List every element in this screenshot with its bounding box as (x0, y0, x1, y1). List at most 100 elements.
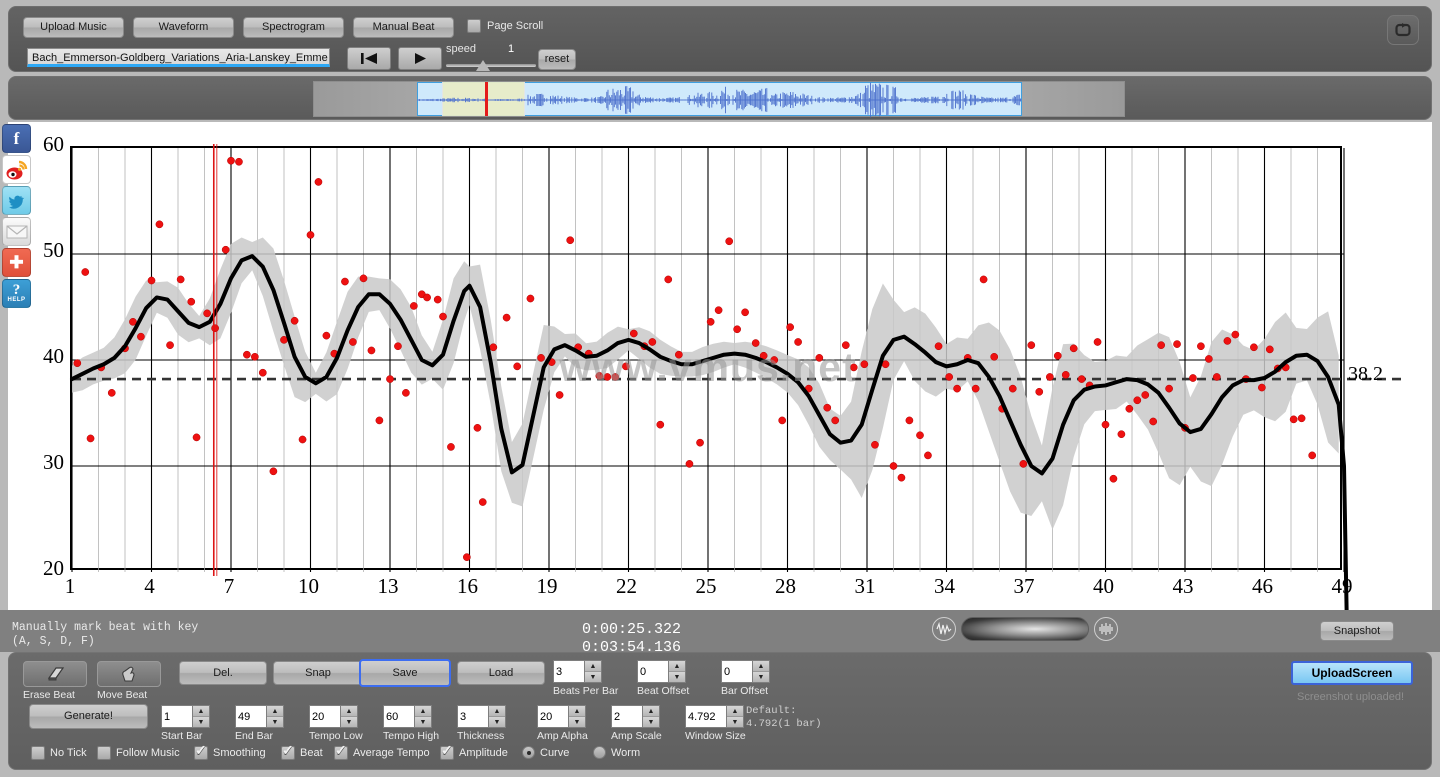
window-size-stepper[interactable]: ▲ ▼ (727, 705, 744, 728)
snap-button[interactable]: Snap (273, 661, 363, 685)
beat-offset-stepper[interactable]: ▲ ▼ (669, 660, 686, 683)
song-name-field[interactable]: Bach_Emmerson-Goldberg_Variations_Aria-L… (27, 48, 330, 67)
beat-offset-spinner[interactable]: ▲▼ (637, 660, 686, 683)
bar-offset-increment[interactable]: ▲ (753, 661, 769, 672)
worm-option[interactable]: Worm (593, 746, 640, 759)
email-icon[interactable] (2, 217, 31, 246)
follow-music-option[interactable]: Follow Music (97, 746, 180, 760)
page-scroll-control[interactable]: Page Scroll (467, 19, 543, 33)
skip-to-start-button[interactable] (347, 47, 391, 70)
no-tick-checkbox[interactable] (31, 746, 45, 760)
thickness-stepper[interactable]: ▲ ▼ (489, 705, 506, 728)
beats-per-bar-increment[interactable]: ▲ (585, 661, 601, 672)
thickness-decrement[interactable]: ▼ (489, 717, 505, 727)
speed-slider-thumb[interactable] (476, 60, 490, 71)
curve-option[interactable]: Curve (522, 746, 569, 759)
facebook-icon[interactable]: f (2, 124, 31, 153)
start-bar-increment[interactable]: ▲ (193, 706, 209, 717)
waveform-overview-bar[interactable] (8, 76, 1432, 120)
beats-per-bar-stepper[interactable]: ▲ ▼ (585, 660, 602, 683)
amp-scale-increment[interactable]: ▲ (643, 706, 659, 717)
tempo-low-spinner[interactable]: ▲▼ (309, 705, 358, 728)
thickness-increment[interactable]: ▲ (489, 706, 505, 717)
amp-alpha-decrement[interactable]: ▼ (569, 717, 585, 727)
spectrogram-button[interactable]: Spectrogram (243, 17, 344, 38)
smoothing-checkbox[interactable] (194, 743, 208, 760)
thickness-input[interactable] (457, 705, 489, 728)
tempo-low-stepper[interactable]: ▲ ▼ (341, 705, 358, 728)
volume-slider-group[interactable] (932, 615, 1118, 643)
move-beat-button[interactable] (97, 661, 161, 687)
window-size-spinner[interactable]: ▲▼ (685, 705, 744, 728)
upload-music-button[interactable]: Upload Music (23, 17, 124, 38)
beats-per-bar-input[interactable] (553, 660, 585, 683)
bar-offset-spinner[interactable]: ▲▼ (721, 660, 770, 683)
waveform-playhead[interactable] (485, 82, 488, 116)
average-tempo-checkbox[interactable] (334, 743, 348, 760)
bar-offset-input[interactable] (721, 660, 753, 683)
beats-per-bar-decrement[interactable]: ▼ (585, 672, 601, 682)
tempo-high-spinner[interactable]: ▲▼ (383, 705, 432, 728)
page-scroll-checkbox[interactable] (467, 19, 481, 33)
save-button[interactable]: Save (359, 659, 451, 687)
tempo-low-input[interactable] (309, 705, 341, 728)
bar-offset-stepper[interactable]: ▲ ▼ (753, 660, 770, 683)
waveform-button[interactable]: Waveform (133, 17, 234, 38)
speed-slider-track[interactable] (446, 64, 536, 67)
start-bar-input[interactable] (161, 705, 193, 728)
load-button[interactable]: Load (457, 661, 545, 685)
tempo-low-decrement[interactable]: ▼ (341, 717, 357, 727)
play-button[interactable] (398, 47, 442, 70)
start-bar-stepper[interactable]: ▲ ▼ (193, 705, 210, 728)
tempo-high-decrement[interactable]: ▼ (415, 717, 431, 727)
snapshot-button[interactable]: Snapshot (1320, 621, 1394, 641)
amp-alpha-increment[interactable]: ▲ (569, 706, 585, 717)
amp-alpha-spinner[interactable]: ▲▼ (537, 705, 586, 728)
end-bar-input[interactable] (235, 705, 267, 728)
tempo-low-increment[interactable]: ▲ (341, 706, 357, 717)
window-size-input[interactable] (685, 705, 727, 728)
start-bar-decrement[interactable]: ▼ (193, 717, 209, 727)
window-size-decrement[interactable]: ▼ (727, 717, 743, 727)
generate-button[interactable]: Generate! (29, 704, 148, 729)
beat-offset-increment[interactable]: ▲ (669, 661, 685, 672)
tempo-high-input[interactable] (383, 705, 415, 728)
no-tick-option[interactable]: No Tick (31, 746, 87, 760)
amp-scale-decrement[interactable]: ▼ (643, 717, 659, 727)
amplitude-option[interactable]: Amplitude (440, 743, 508, 760)
weibo-icon[interactable] (2, 155, 31, 184)
waveform-overview-track[interactable] (313, 81, 1125, 118)
tempo-high-increment[interactable]: ▲ (415, 706, 431, 717)
smoothing-option[interactable]: Smoothing (194, 743, 266, 760)
window-size-increment[interactable]: ▲ (727, 706, 743, 717)
erase-beat-button[interactable] (23, 661, 87, 687)
share-plus-icon[interactable]: ✚ (2, 248, 31, 277)
amplitude-checkbox[interactable] (440, 743, 454, 760)
follow-music-checkbox[interactable] (97, 746, 111, 760)
delete-button[interactable]: Del. (179, 661, 267, 685)
worm-radio[interactable] (593, 746, 606, 759)
tempo-high-stepper[interactable]: ▲ ▼ (415, 705, 432, 728)
beat-checkbox[interactable] (281, 743, 295, 760)
beat-offset-decrement[interactable]: ▼ (669, 672, 685, 682)
upload-screen-button[interactable]: UploadScreen (1291, 661, 1413, 685)
end-bar-increment[interactable]: ▲ (267, 706, 283, 717)
beat-offset-input[interactable] (637, 660, 669, 683)
end-bar-spinner[interactable]: ▲▼ (235, 705, 284, 728)
manual-beat-button[interactable]: Manual Beat (353, 17, 454, 38)
beat-option[interactable]: Beat (281, 743, 323, 760)
loop-button[interactable] (1387, 15, 1419, 45)
twitter-icon[interactable] (2, 186, 31, 215)
end-bar-decrement[interactable]: ▼ (267, 717, 283, 727)
help-icon[interactable]: ? HELP (2, 279, 31, 308)
amp-scale-input[interactable] (611, 705, 643, 728)
reset-speed-button[interactable]: reset (538, 49, 576, 70)
start-bar-spinner[interactable]: ▲▼ (161, 705, 210, 728)
curve-radio[interactable] (522, 746, 535, 759)
average-tempo-option[interactable]: Average Tempo (334, 743, 430, 760)
tempo-plot-area[interactable]: www.vmus.net (70, 144, 1402, 614)
amp-scale-stepper[interactable]: ▲ ▼ (643, 705, 660, 728)
end-bar-stepper[interactable]: ▲ ▼ (267, 705, 284, 728)
amp-alpha-input[interactable] (537, 705, 569, 728)
amp-scale-spinner[interactable]: ▲▼ (611, 705, 660, 728)
